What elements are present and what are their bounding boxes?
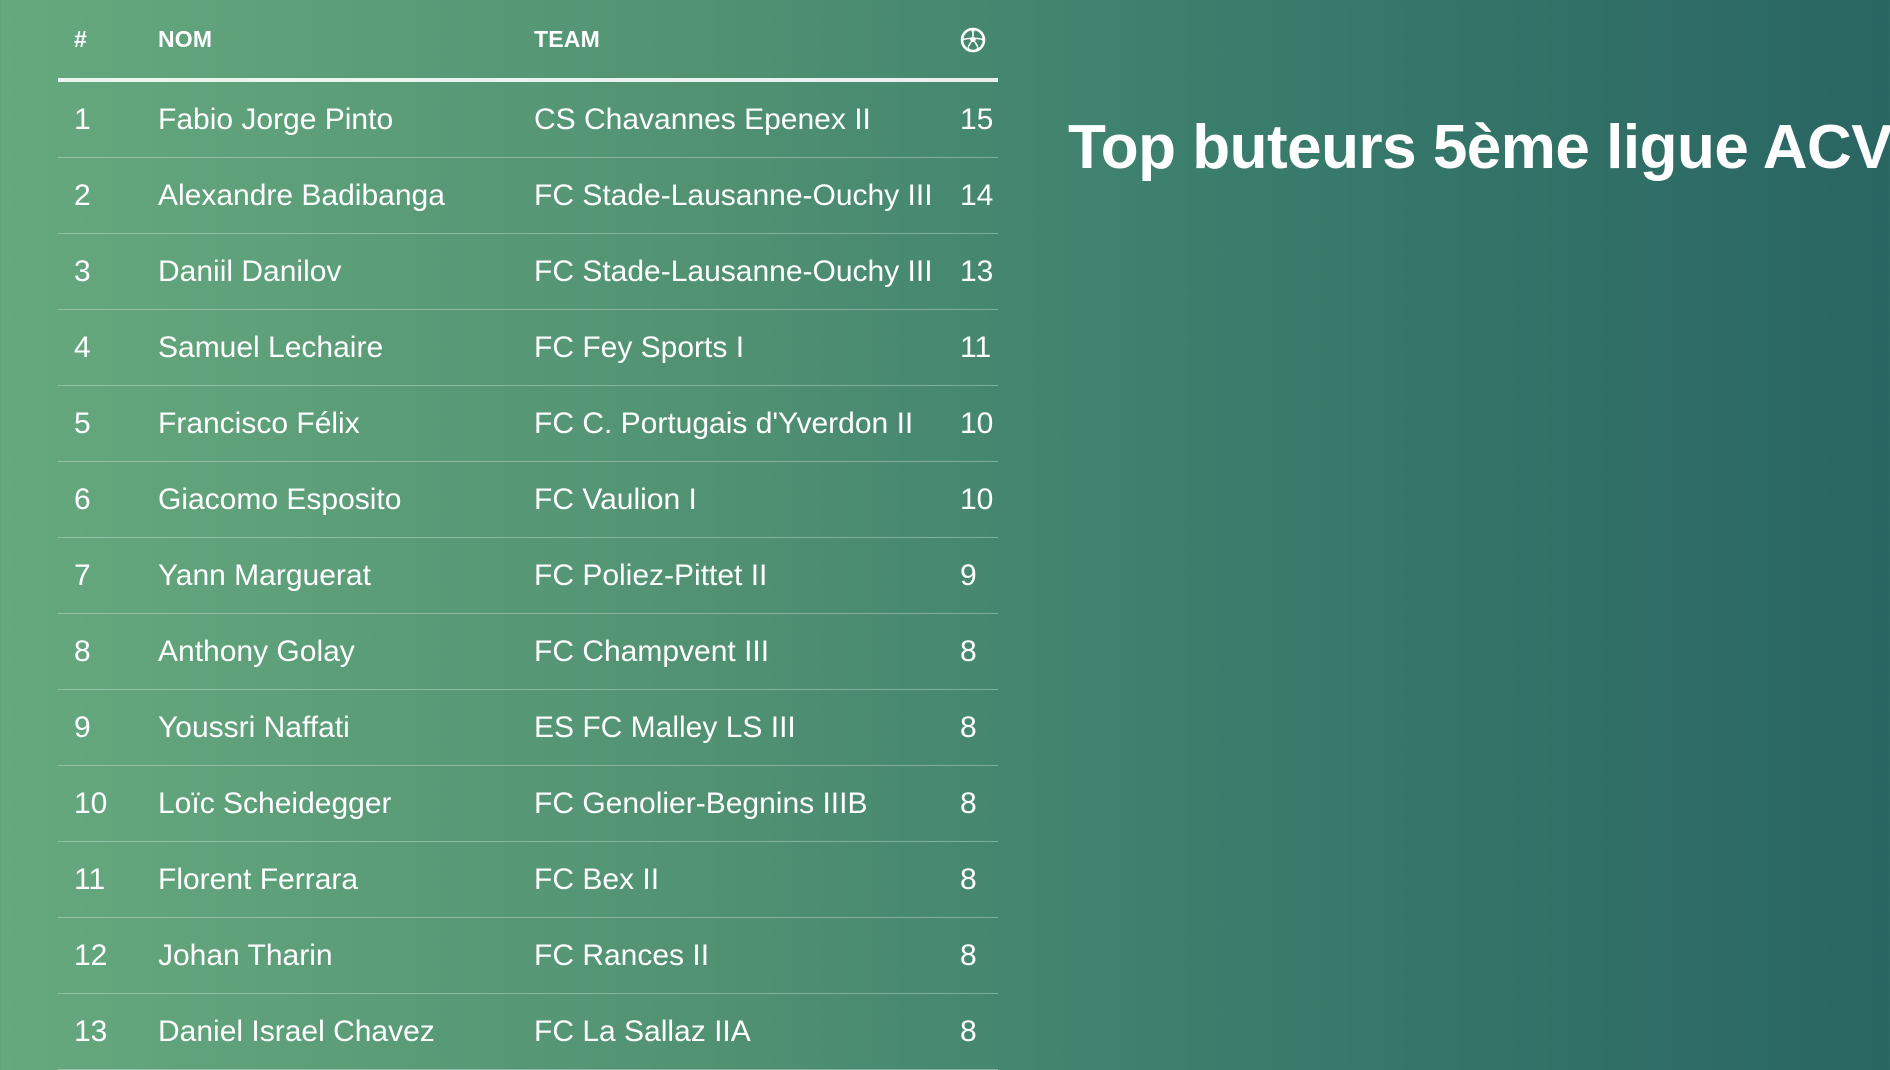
table-row: 13 Daniel Israel Chavez FC La Sallaz IIA…: [58, 993, 998, 1070]
player-name-cell: Florent Ferrara: [158, 841, 534, 918]
rank-cell: 13: [58, 993, 158, 1070]
player-name-cell: Anthony Golay: [158, 613, 534, 690]
goals-cell: 9: [960, 537, 998, 614]
rank-cell: 4: [58, 309, 158, 386]
rank-cell: 5: [58, 385, 158, 462]
table-row: 8 Anthony Golay FC Champvent III 8: [58, 613, 998, 690]
table-row: 9 Youssri Naffati ES FC Malley LS III 8: [58, 689, 998, 766]
goals-cell: 10: [960, 461, 998, 538]
player-name-cell: Yann Marguerat: [158, 537, 534, 614]
rank-cell: 12: [58, 917, 158, 994]
goals-cell: 13: [960, 233, 998, 310]
table-row: 1 Fabio Jorge Pinto CS Chavannes Epenex …: [58, 80, 998, 158]
team-cell: CS Chavannes Epenex II: [534, 80, 960, 158]
rank-cell: 10: [58, 765, 158, 842]
team-cell: FC Bex II: [534, 841, 960, 918]
goals-column-header: [960, 0, 998, 82]
player-name-cell: Daniil Danilov: [158, 233, 534, 310]
table-header: # NOM TEAM: [58, 0, 998, 82]
player-name-cell: Giacomo Esposito: [158, 461, 534, 538]
goals-cell: 8: [960, 917, 998, 994]
table-row: 11 Florent Ferrara FC Bex II 8: [58, 841, 998, 918]
player-name-cell: Fabio Jorge Pinto: [158, 80, 534, 158]
team-column-header: TEAM: [534, 0, 960, 82]
rank-cell: 11: [58, 841, 158, 918]
team-cell: FC C. Portugais d'Yverdon II: [534, 385, 960, 462]
player-name-cell: Samuel Lechaire: [158, 309, 534, 386]
table-row: 4 Samuel Lechaire FC Fey Sports I 11: [58, 309, 998, 386]
goals-cell: 8: [960, 689, 998, 766]
table-row: 6 Giacomo Esposito FC Vaulion I 10: [58, 461, 998, 538]
team-cell: FC Stade-Lausanne-Ouchy III: [534, 157, 960, 234]
team-cell: FC Vaulion I: [534, 461, 960, 538]
page-title: Top buteurs 5ème ligue ACVF: [1068, 113, 1890, 182]
player-name-cell: Alexandre Badibanga: [158, 157, 534, 234]
goals-cell: 8: [960, 613, 998, 690]
team-cell: FC Fey Sports I: [534, 309, 960, 386]
team-cell: FC Poliez-Pittet II: [534, 537, 960, 614]
rank-cell: 8: [58, 613, 158, 690]
table-row: 12 Johan Tharin FC Rances II 8: [58, 917, 998, 994]
table-row: 7 Yann Marguerat FC Poliez-Pittet II 9: [58, 537, 998, 614]
team-cell: FC Champvent III: [534, 613, 960, 690]
player-name-cell: Francisco Félix: [158, 385, 534, 462]
header-row: # NOM TEAM: [58, 0, 998, 82]
rank-cell: 6: [58, 461, 158, 538]
rank-cell: 1: [58, 80, 158, 158]
rank-column-header: #: [58, 0, 158, 82]
goals-cell: 15: [960, 80, 998, 158]
goals-cell: 14: [960, 157, 998, 234]
goals-cell: 8: [960, 765, 998, 842]
team-cell: FC Genolier-Begnins IIIB: [534, 765, 960, 842]
top-scorers-table: # NOM TEAM 1 Fabio Jorge Pinto CS Chavan…: [58, 0, 998, 1070]
goals-cell: 8: [960, 841, 998, 918]
player-name-cell: Loïc Scheidegger: [158, 765, 534, 842]
goals-cell: 11: [960, 309, 998, 386]
rank-cell: 9: [58, 689, 158, 766]
team-cell: ES FC Malley LS III: [534, 689, 960, 766]
player-name-cell: Youssri Naffati: [158, 689, 534, 766]
table-row: 10 Loïc Scheidegger FC Genolier-Begnins …: [58, 765, 998, 842]
table-row: 2 Alexandre Badibanga FC Stade-Lausanne-…: [58, 157, 998, 234]
soccer-ball-icon: [960, 27, 986, 53]
rank-cell: 7: [58, 537, 158, 614]
player-name-cell: Johan Tharin: [158, 917, 534, 994]
team-cell: FC Rances II: [534, 917, 960, 994]
rank-cell: 2: [58, 157, 158, 234]
table-row: 3 Daniil Danilov FC Stade-Lausanne-Ouchy…: [58, 233, 998, 310]
rank-cell: 3: [58, 233, 158, 310]
table-body: 1 Fabio Jorge Pinto CS Chavannes Epenex …: [58, 80, 998, 1070]
table-row: 5 Francisco Félix FC C. Portugais d'Yver…: [58, 385, 998, 462]
team-cell: FC Stade-Lausanne-Ouchy III: [534, 233, 960, 310]
player-name-cell: Daniel Israel Chavez: [158, 993, 534, 1070]
team-cell: FC La Sallaz IIA: [534, 993, 960, 1070]
name-column-header: NOM: [158, 0, 534, 82]
goals-cell: 8: [960, 993, 998, 1070]
goals-cell: 10: [960, 385, 998, 462]
